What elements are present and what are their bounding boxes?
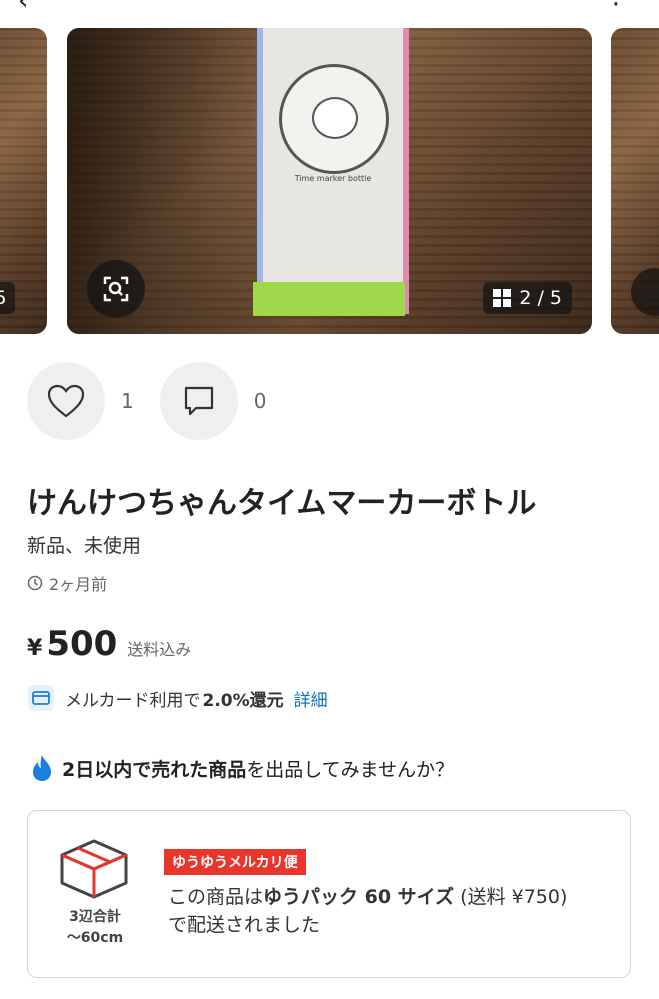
heart-icon <box>47 384 85 418</box>
sell-prompt-bold: 2日以内で売れた商品 <box>62 758 247 781</box>
like-count: 1 <box>121 389 134 413</box>
zoom-button-next[interactable] <box>631 268 659 316</box>
grid-icon <box>493 289 512 307</box>
like-button[interactable] <box>27 362 105 440</box>
shipping-text-bold: ゆうパック 60 サイズ <box>263 886 455 908</box>
flame-icon <box>33 755 51 781</box>
top-bar: ‹ ⋮ <box>0 0 659 16</box>
carousel-slide-current[interactable]: Time marker bottle 2 / 5 <box>67 28 592 334</box>
image-counter-label: 2 / 5 <box>519 287 562 309</box>
shipping-method-badge: ゆうゆうメルカリ便 <box>164 849 306 875</box>
red-cross-logo <box>279 64 389 174</box>
more-icon[interactable]: ⋮ <box>603 0 629 10</box>
sell-prompt[interactable]: 2日以内で売れた商品 を出品してみませんか？ <box>30 754 454 782</box>
card-promo-details-link[interactable]: 詳細 <box>294 686 328 711</box>
image-counter-previous: / 5 <box>0 282 15 314</box>
back-icon[interactable]: ‹ <box>18 0 28 16</box>
card-promo-rate: 2.0%還元 <box>202 690 284 711</box>
price: ¥ 500 送料込み <box>27 624 191 664</box>
card-icon <box>28 685 54 711</box>
engagement-actions: 1 0 <box>27 362 292 440</box>
comment-button[interactable] <box>159 362 238 440</box>
package-icon <box>60 839 128 899</box>
comment-icon <box>184 386 213 416</box>
sell-prompt-rest: を出品してみませんか？ <box>246 758 455 781</box>
image-counter[interactable]: 2 / 5 <box>483 282 572 314</box>
item-condition: 新品、未使用 <box>27 535 142 557</box>
image-counter-previous-label: / 5 <box>0 287 7 309</box>
clock-icon <box>27 575 43 591</box>
shipping-included: 送料込み <box>127 640 192 659</box>
zoom-button[interactable] <box>87 260 145 318</box>
posted-time: 2ヶ月前 <box>27 571 107 595</box>
price-currency: ¥ <box>27 636 43 661</box>
zoom-scan-icon <box>103 276 129 302</box>
shipping-info-card: 3辺合計 〜60cm ゆうゆうメルカリ便 この商品はゆうパック 60 サイズ (… <box>27 810 631 978</box>
comment-count: 0 <box>253 389 267 413</box>
package-size-line2: 〜60cm <box>66 930 124 946</box>
carousel-slide-next[interactable] <box>611 28 659 334</box>
shipping-description: この商品はゆうパック 60 サイズ (送料 ¥750) で配送されました <box>168 883 568 939</box>
product-photo: Time marker bottle <box>253 28 409 316</box>
package-size-label: 3辺合計 〜60cm <box>50 907 140 949</box>
merpay-card-promo: メルカード利用で 2.0%還元 詳細 <box>27 684 328 712</box>
carousel-slide-previous[interactable]: / 5 <box>0 28 47 334</box>
image-carousel[interactable]: / 5 Time marker bottle 2 / 5 <box>0 28 659 334</box>
price-amount: 500 <box>46 624 118 664</box>
posted-time-label: 2ヶ月前 <box>49 575 108 594</box>
package-size-line1: 3辺合計 <box>69 909 121 925</box>
item-title: けんけつちゃんタイムマーカーボトル <box>27 486 537 521</box>
shipping-text-1: この商品は <box>168 886 264 908</box>
box-caption: Time marker bottle <box>294 174 372 183</box>
card-promo-text: メルカード利用で <box>65 690 201 711</box>
